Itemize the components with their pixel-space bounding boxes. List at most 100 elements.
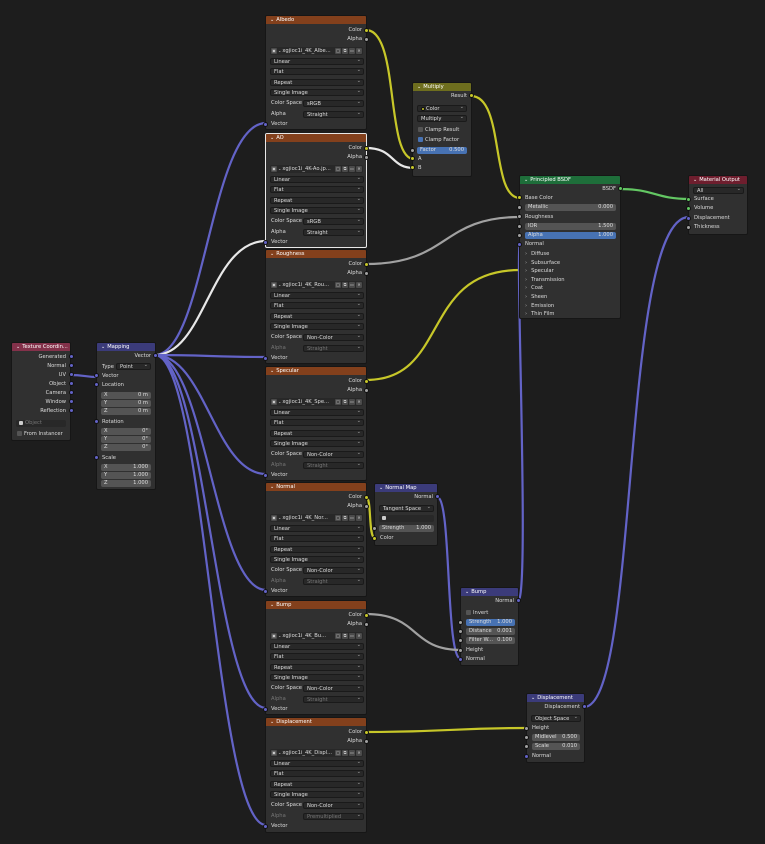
- data-type-dropdown[interactable]: Color: [417, 105, 467, 112]
- normal-map-node[interactable]: ⌄Normal Map Normal Tangent Space Strengt…: [372, 483, 440, 546]
- image-texture-node-displacement[interactable]: ⌄ Displacement Color Alpha ▣ ⌄xgjioc1i_4K_Dis…: [263, 717, 369, 833]
- location-z[interactable]: Z0 m: [101, 408, 151, 415]
- interpolation-dropdown[interactable]: Linear: [270, 409, 364, 416]
- panel-transmission[interactable]: › Transmission: [525, 276, 565, 284]
- image-dropdown-chevron-icon[interactable]: ⌄: [278, 515, 281, 520]
- panel-thin-film[interactable]: › Thin Film: [525, 310, 554, 318]
- socket-vector[interactable]: [263, 122, 268, 127]
- socket-generated[interactable]: [69, 354, 74, 359]
- close-icon[interactable]: ✕: [356, 281, 362, 288]
- collapse-chevron-icon[interactable]: ⌄: [101, 343, 105, 351]
- socket-camera[interactable]: [69, 390, 74, 395]
- collapse-chevron-icon[interactable]: ⌄: [270, 601, 274, 609]
- socket-alpha[interactable]: [364, 622, 369, 627]
- extension-dropdown[interactable]: Repeat: [270, 546, 364, 553]
- rotation-z[interactable]: Z 0°: [101, 444, 151, 451]
- distance-field[interactable]: Distance 0.001: [466, 628, 515, 635]
- socket-normal[interactable]: [524, 754, 529, 759]
- target-dropdown[interactable]: All: [693, 187, 744, 194]
- folder-icon[interactable]: ▭: [349, 281, 355, 288]
- rotation-x[interactable]: X 0°: [101, 428, 151, 435]
- shield-icon[interactable]: ◯: [335, 398, 341, 405]
- panel-diffuse[interactable]: › Diffuse: [525, 250, 549, 258]
- image-browse-icon[interactable]: ▣: [271, 398, 277, 405]
- displacement-header[interactable]: ⌄ Displacement: [527, 694, 584, 702]
- extension-dropdown[interactable]: Repeat: [270, 430, 364, 437]
- strength-field[interactable]: Strength 1.000: [466, 619, 515, 626]
- texture-header[interactable]: ⌄ Specular: [266, 367, 366, 375]
- socket-vector-in[interactable]: [94, 373, 99, 378]
- socket-a[interactable]: [410, 156, 415, 161]
- socket-normal-out[interactable]: [435, 494, 440, 499]
- normal-map-header[interactable]: ⌄ Normal Map: [375, 484, 437, 492]
- texture-header[interactable]: ⌄ Bump: [266, 601, 366, 609]
- socket-uv[interactable]: [69, 372, 74, 377]
- socket-normal[interactable]: [69, 363, 74, 368]
- socket-alpha[interactable]: [364, 504, 369, 509]
- socket-result[interactable]: [469, 93, 474, 98]
- scale-x[interactable]: X 1.000: [101, 464, 151, 471]
- color-space-dropdown[interactable]: Non-Color: [303, 567, 364, 574]
- space-dropdown[interactable]: Object Space: [531, 715, 581, 722]
- socket-alpha[interactable]: [364, 37, 369, 42]
- scale-field[interactable]: Scale 0.010: [532, 743, 580, 750]
- collapse-chevron-icon[interactable]: ⌄: [465, 588, 469, 596]
- image-texture-node-bump[interactable]: ⌄ Bump Color Alpha ▣ ⌄xgjioc1i_4K_Bu... ◯ ⧉ ▭ ✕ Li…: [263, 600, 369, 715]
- socket-scale[interactable]: [94, 455, 99, 460]
- texture-header[interactable]: ⌄ Roughness: [266, 250, 366, 258]
- from-instancer-checkbox[interactable]: From Instancer: [17, 430, 63, 438]
- collapse-chevron-icon[interactable]: ⌄: [524, 176, 528, 184]
- socket-normal[interactable]: [517, 242, 522, 247]
- duplicate-icon[interactable]: ⧉: [342, 47, 348, 54]
- color-space-dropdown[interactable]: sRGB: [303, 218, 364, 225]
- source-dropdown[interactable]: Single Image: [270, 207, 364, 214]
- socket-color[interactable]: [364, 262, 369, 267]
- image-browse-icon[interactable]: ▣: [271, 47, 277, 54]
- source-dropdown[interactable]: Single Image: [270, 791, 364, 798]
- socket-alpha[interactable]: [517, 233, 522, 238]
- mapping-header[interactable]: ⌄ Mapping: [97, 343, 155, 351]
- socket-color[interactable]: [364, 146, 369, 151]
- duplicate-icon[interactable]: ⧉: [342, 632, 348, 639]
- socket-roughness[interactable]: [517, 214, 522, 219]
- socket-color[interactable]: [364, 379, 369, 384]
- alpha-field[interactable]: Alpha 1.000: [525, 232, 616, 239]
- socket-rotation[interactable]: [94, 419, 99, 424]
- alpha-mode-dropdown[interactable]: Straight: [303, 578, 364, 585]
- image-browse-icon[interactable]: ▣: [271, 281, 277, 288]
- socket-strength[interactable]: [372, 526, 377, 531]
- image-texture-node-specular[interactable]: ⌄ Specular Color Alpha ▣ ⌄xgjioc1i_4K_Spe... ◯…: [263, 366, 369, 481]
- socket-displacement-out[interactable]: [582, 704, 587, 709]
- collapse-chevron-icon[interactable]: ⌄: [417, 83, 421, 91]
- socket-base-color[interactable]: [517, 195, 522, 200]
- close-icon[interactable]: ✕: [356, 47, 362, 54]
- projection-dropdown[interactable]: Flat: [270, 535, 364, 542]
- socket-metallic[interactable]: [517, 205, 522, 210]
- bsdf-header[interactable]: ⌄ Principled BSDF: [520, 176, 620, 184]
- image-dropdown-chevron-icon[interactable]: ⌄: [278, 633, 281, 638]
- socket-scale[interactable]: [524, 744, 529, 749]
- image-browse-icon[interactable]: ▣: [271, 514, 277, 521]
- image-browse-icon[interactable]: ▣: [271, 165, 277, 172]
- image-texture-node-roughness[interactable]: ⌄ Roughness Color Alpha ▣ ⌄xgjioc1i_4K_Rou...…: [263, 249, 369, 364]
- duplicate-icon[interactable]: ⧉: [342, 398, 348, 405]
- socket-color[interactable]: [364, 730, 369, 735]
- image-dropdown-chevron-icon[interactable]: ⌄: [278, 750, 281, 755]
- socket-distance[interactable]: [458, 629, 463, 634]
- folder-icon[interactable]: ▭: [349, 632, 355, 639]
- socket-bsdf-out[interactable]: [618, 186, 623, 191]
- color-space-dropdown[interactable]: Non-Color: [303, 802, 364, 809]
- multiply-header[interactable]: ⌄ Multiply: [413, 83, 471, 91]
- projection-dropdown[interactable]: Flat: [270, 770, 364, 777]
- close-icon[interactable]: ✕: [356, 632, 362, 639]
- extension-dropdown[interactable]: Repeat: [270, 664, 364, 671]
- collapse-chevron-icon[interactable]: ⌄: [270, 16, 274, 24]
- color-space-dropdown[interactable]: Non-Color: [303, 685, 364, 692]
- alpha-mode-dropdown[interactable]: Straight: [303, 696, 364, 703]
- socket-vector[interactable]: [263, 707, 268, 712]
- projection-dropdown[interactable]: Flat: [270, 653, 364, 660]
- rotation-y[interactable]: Y 0°: [101, 436, 151, 443]
- image-selector[interactable]: ▣ ⌄xgjioc1i_4K_Spe... ◯ ⧉ ▭ ✕: [270, 398, 363, 406]
- interpolation-dropdown[interactable]: Linear: [270, 292, 364, 299]
- collapse-chevron-icon[interactable]: ⌄: [270, 483, 274, 491]
